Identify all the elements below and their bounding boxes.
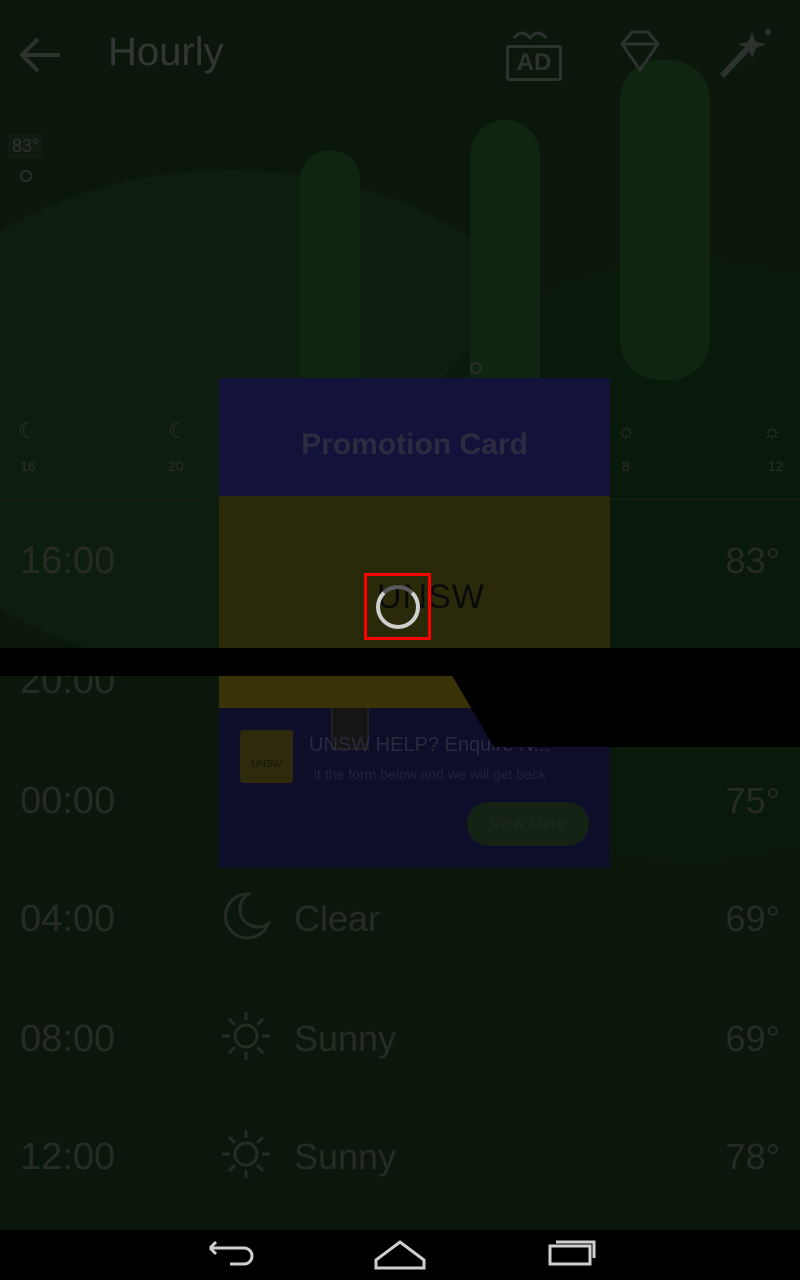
hourly-row: 12:00 Sunny 78° xyxy=(0,1098,800,1216)
background-plant xyxy=(470,120,540,420)
system-nav-bar xyxy=(0,1230,800,1280)
page-title: Hourly xyxy=(108,30,224,74)
loading-spinner-highlight xyxy=(364,573,431,640)
background-plant xyxy=(300,150,360,410)
chart-point xyxy=(20,170,32,182)
strip-time: 16 xyxy=(20,458,36,474)
sun-icon: ☼ xyxy=(762,418,783,443)
promotion-title: Promotion Card xyxy=(301,428,528,461)
recent-apps-nav-icon[interactable] xyxy=(532,1230,612,1280)
strip-time: 20 xyxy=(168,458,184,474)
row-time: 04:00 xyxy=(20,898,116,940)
hourly-row: 08:00 Sunny 69° xyxy=(0,980,800,1098)
home-nav-icon[interactable] xyxy=(360,1230,440,1280)
row-temp: 69° xyxy=(725,898,780,939)
moon-icon: ☾ xyxy=(18,418,38,443)
strip-time: 8 xyxy=(622,458,630,474)
back-arrow-icon[interactable] xyxy=(16,30,66,80)
sun-icon xyxy=(222,1012,270,1060)
row-temp: 75° xyxy=(725,780,780,821)
row-time: 12:00 xyxy=(20,1136,116,1178)
current-temp-label: 83° xyxy=(8,134,44,159)
hourly-row: 04:00 Clear 69° xyxy=(0,860,800,978)
row-condition: Sunny xyxy=(294,1136,397,1177)
row-temp: 78° xyxy=(725,1136,780,1177)
magic-wand-icon[interactable] xyxy=(712,24,772,84)
back-nav-icon[interactable] xyxy=(190,1230,270,1280)
promotion-subtext: it the form below and we will get back xyxy=(314,766,546,782)
diamond-icon[interactable] xyxy=(610,24,670,84)
sun-icon xyxy=(222,1130,270,1178)
overlay-shape xyxy=(440,655,800,747)
row-temp: 69° xyxy=(725,1018,780,1059)
view-more-button[interactable]: View More xyxy=(467,802,589,846)
moon-icon: ☾ xyxy=(168,418,188,443)
app-bar: Hourly AD xyxy=(0,0,800,110)
row-time: 00:00 xyxy=(20,780,116,822)
background-scene: Hourly AD 83° ☾ 16 ☾ 20 ☼ 8 ☼ 12 16:00 8… xyxy=(0,0,800,1230)
row-condition: Clear xyxy=(294,898,381,939)
row-condition: Sunny xyxy=(294,1018,397,1059)
gift-icon[interactable] xyxy=(500,24,560,84)
advertiser-logo: UNSW xyxy=(240,730,293,783)
strip-time: 12 xyxy=(768,458,784,474)
sun-icon: ☼ xyxy=(616,418,637,443)
row-time: 16:00 xyxy=(20,540,116,582)
chart-point xyxy=(470,362,482,374)
row-time: 08:00 xyxy=(20,1018,116,1060)
row-temp: 83° xyxy=(725,540,780,581)
moon-icon xyxy=(224,892,272,940)
loading-spinner-icon xyxy=(376,585,420,629)
